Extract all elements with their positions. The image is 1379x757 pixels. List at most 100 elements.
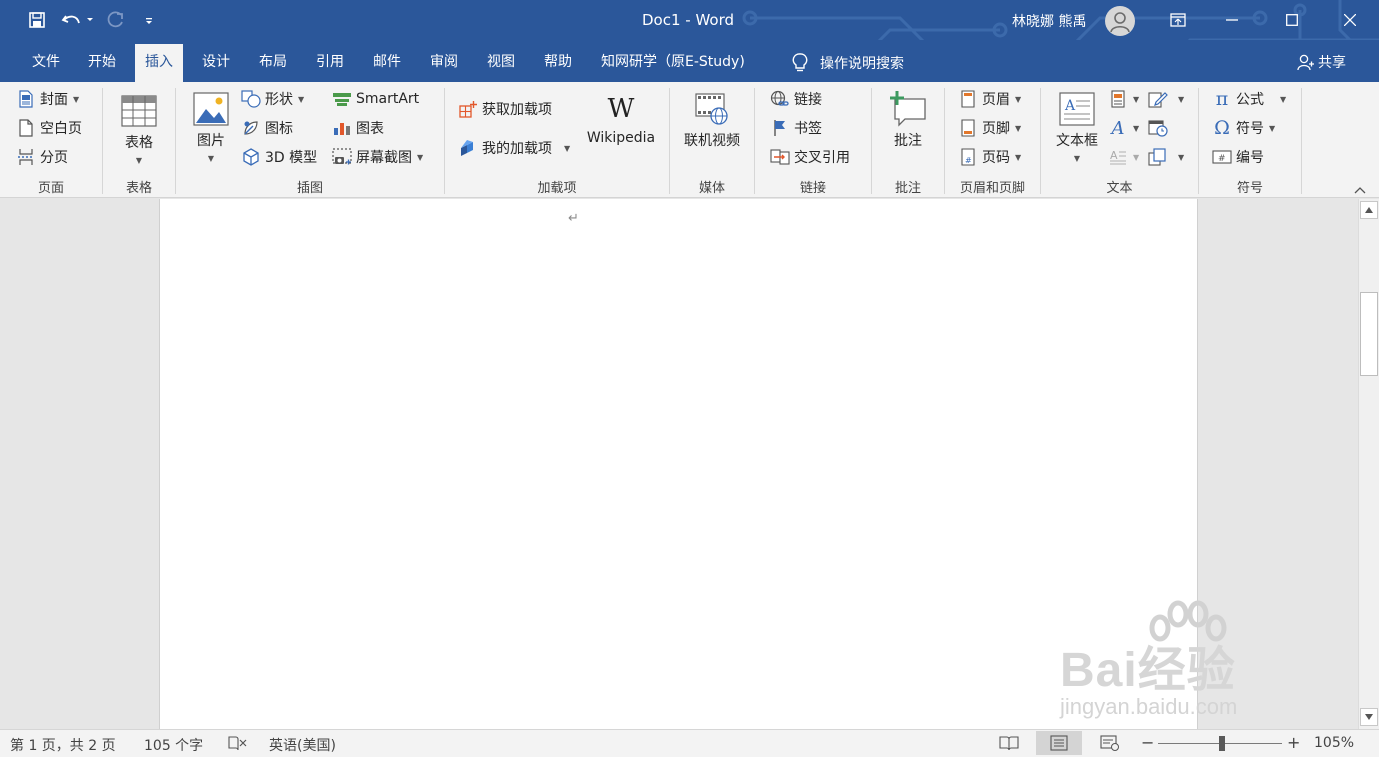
scrollbar-thumb[interactable]	[1360, 292, 1378, 376]
tab-8[interactable]: 视图	[477, 44, 525, 82]
cross-reference-icon	[770, 147, 790, 167]
vertical-scrollbar[interactable]	[1358, 199, 1379, 729]
zoom-slider-thumb[interactable]	[1219, 736, 1226, 751]
chevron-down-icon: ▼	[1133, 94, 1140, 104]
chevron-down-icon: ▼	[1015, 152, 1022, 162]
close-button[interactable]	[1330, 5, 1370, 35]
group-label-text: 文本	[1106, 181, 1133, 196]
page-count[interactable]: 第 1 页，共 2 页	[10, 735, 116, 755]
avatar[interactable]	[1105, 6, 1135, 36]
svg-text:#: #	[1218, 154, 1226, 164]
maximize-button[interactable]	[1272, 5, 1312, 35]
link-button[interactable]: 链接	[770, 87, 822, 111]
redo-button[interactable]	[104, 8, 128, 32]
tab-1[interactable]: 开始	[78, 44, 126, 82]
text-box-button[interactable]: A 文本框 ▼	[1052, 90, 1102, 163]
3d-models-button[interactable]: 3D 模型	[241, 145, 317, 169]
tab-3[interactable]: 设计	[192, 44, 240, 82]
text-box-label: 文本框	[1056, 133, 1098, 149]
object-button[interactable]: ▼	[1148, 145, 1184, 169]
my-addins-button[interactable]: 我的加载项 ▼	[458, 136, 570, 160]
pictures-button[interactable]: 图片 ▼	[190, 90, 232, 163]
chart-label: 图表	[356, 121, 384, 137]
scroll-up-button[interactable]	[1360, 201, 1378, 219]
wikipedia-button[interactable]: W Wikipedia	[584, 94, 658, 146]
blank-page-label: 空白页	[40, 121, 82, 137]
tab-5[interactable]: 引用	[306, 44, 354, 82]
zoom-level[interactable]: 105%	[1314, 735, 1354, 751]
tab-7[interactable]: 审阅	[420, 44, 468, 82]
ribbon-display-options-button[interactable]	[1158, 5, 1198, 35]
group-label-illustrations: 插图	[296, 181, 323, 196]
page-number-button[interactable]: # 页码 ▼	[958, 145, 1021, 169]
read-mode-button[interactable]	[999, 735, 1019, 751]
zoom-in-button[interactable]: +	[1287, 733, 1300, 752]
blank-page-button[interactable]: 空白页	[16, 116, 82, 140]
share-button[interactable]: 共享	[1296, 52, 1346, 72]
tab-2[interactable]: 插入	[135, 44, 183, 82]
cross-reference-button[interactable]: 交叉引用	[770, 145, 850, 169]
tab-6[interactable]: 邮件	[363, 44, 411, 82]
save-button[interactable]	[26, 8, 48, 32]
proofing-status[interactable]	[228, 735, 248, 751]
cube-icon	[241, 147, 261, 167]
group-label-symbols: 符号	[1236, 181, 1263, 196]
footer-button[interactable]: 页脚 ▼	[958, 116, 1021, 140]
word-count[interactable]: 105 个字	[144, 735, 203, 755]
numbering-button[interactable]: # 编号	[1212, 145, 1264, 169]
print-layout-button[interactable]	[1036, 731, 1082, 755]
customize-quick-access-button[interactable]	[140, 8, 158, 32]
equation-button[interactable]: π 公式 ▼	[1212, 87, 1286, 111]
user-name[interactable]: 林晓娜 熊禹	[1012, 11, 1086, 31]
share-person-icon	[1297, 54, 1314, 71]
date-time-button[interactable]	[1148, 116, 1168, 140]
cover-page-button[interactable]: 封面 ▼	[16, 87, 79, 111]
scroll-down-button[interactable]	[1360, 708, 1378, 726]
table-button[interactable]: 表格 ▼	[116, 92, 162, 165]
bookmark-button[interactable]: 书签	[770, 116, 822, 140]
chevron-down-icon: ▼	[1133, 152, 1140, 162]
document-page[interactable]: ↵	[159, 199, 1198, 729]
online-video-button[interactable]: 联机视频	[680, 90, 744, 150]
lightbulb-icon	[792, 53, 808, 72]
icons-icon	[241, 118, 261, 138]
signature-pen-icon	[1148, 89, 1168, 109]
chevron-down-icon: ▼	[564, 143, 571, 153]
tell-me-label: 操作说明搜索	[820, 56, 904, 72]
wordart-button[interactable]: A ▼	[1108, 116, 1140, 140]
signature-line-button[interactable]: ▼	[1148, 87, 1184, 111]
group-label-media: 媒体	[698, 181, 725, 196]
quick-parts-button[interactable]: ▼	[1108, 87, 1139, 111]
get-addins-button[interactable]: 获取加载项	[458, 97, 552, 121]
symbol-button[interactable]: Ω 符号 ▼	[1212, 116, 1275, 140]
header-button[interactable]: 页眉 ▼	[958, 87, 1021, 111]
page-break-button[interactable]: 分页	[16, 145, 68, 169]
undo-button[interactable]	[60, 8, 96, 32]
icons-label: 图标	[265, 121, 293, 137]
zoom-out-button[interactable]: −	[1141, 733, 1154, 752]
my-addins-label: 我的加载项	[482, 141, 552, 157]
tell-me-search[interactable]: 操作说明搜索	[792, 51, 904, 75]
tab-9[interactable]: 帮助	[534, 44, 582, 82]
tab-4[interactable]: 布局	[249, 44, 297, 82]
wordart-icon: A	[1111, 117, 1125, 139]
web-layout-button[interactable]	[1100, 735, 1120, 751]
smartart-button[interactable]: SmartArt	[332, 87, 419, 111]
screenshot-button[interactable]: 屏幕截图 ▼	[332, 145, 423, 169]
ribbon-insert: 封面 ▼ 空白页 分页 页面 表格 ▼ 表格 图片 ▼ 形状 ▼ 图标 3D 模型 …	[0, 82, 1379, 198]
minimize-button[interactable]	[1212, 5, 1252, 35]
drop-cap-button[interactable]: A ▼	[1108, 145, 1139, 169]
chart-button[interactable]: 图表	[332, 116, 384, 140]
proofing-book-icon	[228, 736, 247, 751]
shapes-button[interactable]: 形状 ▼	[241, 87, 304, 111]
icons-button[interactable]: 图标	[241, 116, 293, 140]
tab-0[interactable]: 文件	[22, 44, 70, 82]
minimize-icon	[1226, 19, 1238, 21]
user-avatar-icon	[1110, 12, 1130, 33]
tab-10[interactable]: 知网研学（原E-Study)	[591, 44, 755, 82]
table-icon	[121, 92, 157, 130]
new-comment-button[interactable]: 批注	[884, 90, 932, 150]
collapse-ribbon-button[interactable]	[1353, 183, 1367, 195]
language-indicator[interactable]: 英语(美国)	[269, 735, 336, 755]
watermark-url: jingyan.baidu.com	[1060, 694, 1238, 719]
